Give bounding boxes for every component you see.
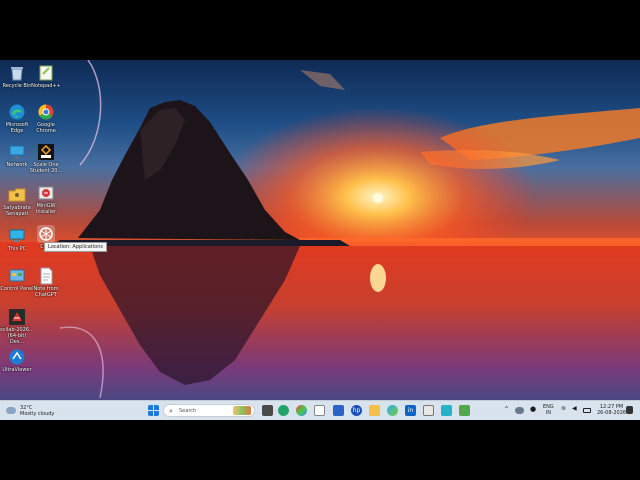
browser-icon[interactable]: [387, 405, 398, 416]
desktop-icon-chrome[interactable]: Google Chrome: [29, 103, 63, 134]
desktop-icon-installer[interactable]: MiniGW Installer: [29, 184, 63, 215]
edge-taskbar-icon[interactable]: [278, 405, 289, 416]
battery-icon[interactable]: [583, 408, 591, 413]
volume-icon[interactable]: ◀: [572, 406, 577, 412]
edge-icon: [9, 104, 25, 120]
notification-bell-icon[interactable]: [626, 406, 633, 414]
start-button-windows-icon[interactable]: [148, 405, 159, 416]
app-icon[interactable]: [423, 405, 434, 416]
mail-icon[interactable]: [333, 405, 344, 416]
copilot-icon[interactable]: [296, 405, 307, 416]
ultraviewer-icon: [9, 349, 25, 365]
desktop-icon-label: Scale One Student 20...: [29, 162, 63, 174]
chatgpt-icon: [37, 225, 55, 243]
text-file-icon: [40, 267, 53, 285]
desktop-icon-note-file[interactable]: Note from ChatGPT: [29, 267, 63, 298]
wifi-icon[interactable]: ≋: [561, 406, 566, 412]
scale-one-icon: [38, 144, 54, 160]
icon-tooltip: Location: Applications: [44, 242, 107, 252]
onedrive-icon[interactable]: [515, 407, 524, 414]
language-indicator[interactable]: ENG IN: [543, 404, 554, 416]
microphone-icon[interactable]: ●: [530, 406, 536, 413]
desktop-icon-scilab[interactable]: scilab-2026... (64-bit) Des...: [0, 308, 34, 345]
desktop-icon-label: Google Chrome: [36, 122, 56, 134]
scilab-icon: [9, 309, 25, 325]
desktop-icon-notepad-plus-plus[interactable]: Notepad++: [29, 64, 63, 89]
desktop-icon-label: UltraViewer: [2, 367, 32, 373]
recycle-bin-icon: [11, 67, 23, 81]
store-icon[interactable]: [314, 405, 325, 416]
language-bottom: IN: [545, 410, 551, 416]
wallpaper: [0, 60, 640, 420]
notepad-plus-plus-taskbar-icon[interactable]: [459, 405, 470, 416]
file-explorer-icon[interactable]: [369, 405, 380, 416]
weather-condition: Mostly cloudy: [20, 411, 55, 417]
search-highlight-icon: [233, 406, 251, 415]
hp-icon[interactable]: hp: [351, 405, 362, 416]
desktop-icon-label: Note from ChatGPT: [33, 286, 59, 298]
show-hidden-icons-chevron-icon[interactable]: ^: [504, 407, 509, 413]
desktop-icon-label: Notepad++: [31, 83, 61, 89]
this-pc-icon: [9, 229, 25, 242]
notepad-plus-plus-icon: [39, 65, 53, 81]
desktop-icon-ultraviewer[interactable]: UltraViewer: [0, 348, 34, 373]
control-panel-icon: [9, 269, 25, 282]
search-box[interactable]: ⌕ Search: [163, 404, 255, 417]
desktop-icon-label: scilab-2026... (64-bit) Des...: [0, 327, 34, 345]
chrome-icon: [38, 104, 54, 120]
search-icon: ⌕: [169, 407, 173, 415]
phone-link-icon[interactable]: [441, 405, 452, 416]
cloud-icon: [6, 407, 16, 414]
desktop-icon-scale-one[interactable]: Scale One Student 20...: [29, 143, 63, 174]
taskbar: 32°C Mostly cloudy ⌕ Search hp in ^ ● EN…: [0, 400, 640, 420]
network-icon: [9, 145, 25, 159]
clock[interactable]: 12:27 PM 26-08-2026: [597, 404, 626, 416]
clock-date: 26-08-2026: [597, 410, 627, 416]
user-folder-icon: [8, 188, 26, 202]
linkedin-icon[interactable]: in: [405, 405, 416, 416]
desktop-icon-label: MiniGW Installer: [35, 203, 57, 215]
task-view-icon[interactable]: [262, 405, 273, 416]
search-placeholder: Search: [179, 408, 197, 414]
installer-icon: [38, 186, 54, 200]
desktop-screen: Recycle Bin Notepad++ Microsoft Edge Goo…: [0, 60, 640, 420]
